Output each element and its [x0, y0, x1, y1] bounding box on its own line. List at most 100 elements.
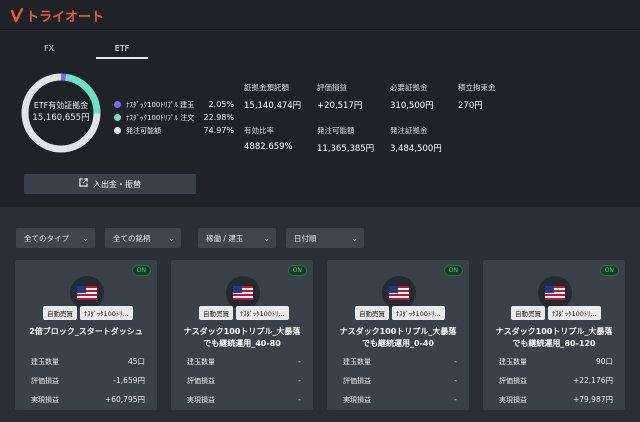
- filter-label: 日付順: [294, 233, 317, 243]
- card-tags: 自動売買 ﾅｽﾀﾞｯｸ100ﾄﾘ...: [511, 306, 604, 320]
- title-line: 2倍ブロック_スタートダッシュ: [29, 327, 143, 336]
- stat-value: 270円: [458, 101, 483, 111]
- title-line: でも継続運用_80-120: [512, 339, 596, 348]
- row-value: +79,987円: [572, 395, 613, 404]
- row-value: -: [298, 357, 301, 366]
- legend-item-orders: ﾅｽﾀﾞｯｸ100ﾄﾘﾌﾟﾙ 注文 22.98%: [114, 111, 234, 124]
- us-flag-icon: [538, 276, 572, 310]
- row-label: 評価損益: [343, 376, 371, 385]
- stat-value: 3,484,500円: [390, 144, 442, 154]
- status-badge: ON: [443, 265, 463, 276]
- title-line: ナスダック100トリプル_大暴落: [495, 327, 613, 336]
- tag-auto-trade: 自動売買: [511, 306, 545, 320]
- row-label: 実現損益: [343, 395, 371, 404]
- strategy-title: ナスダック100トリプル_大暴落 でも継続運用_0-40: [327, 326, 469, 350]
- legend-dot-icon: [114, 101, 121, 108]
- stat-reserve: 積立拘束金 270円: [458, 82, 548, 111]
- strategy-card[interactable]: ON 自動売買 ﾅｽﾀﾞｯｸ100ﾄﾘ... ナスダック100トリプル_大暴落 …: [171, 260, 313, 410]
- title-line: ナスダック100トリプル_大暴落: [183, 327, 301, 336]
- card-tags: 自動売買 ﾅｽﾀﾞｯｸ100ﾄﾘ...: [199, 306, 292, 320]
- us-flag-icon: [382, 276, 416, 310]
- row-label: 建玉数量: [343, 357, 371, 366]
- card-stats: 建玉数量 45口 評価損益 -1,659円 実現損益 +60,795円: [31, 352, 145, 409]
- stat-row: 評価損益 +22,176円: [499, 371, 613, 390]
- legend-item-available: 発注可能額 74.97%: [114, 124, 234, 137]
- donut-value: 15,160,655円: [32, 113, 90, 123]
- row-label: 建玉数量: [31, 357, 59, 366]
- donut-title: ETF有効証拠金: [33, 101, 89, 110]
- tag-auto-trade: 自動売買: [43, 306, 77, 320]
- brand-logo[interactable]: トライオート: [10, 6, 104, 25]
- symbol-filter-select[interactable]: 全ての銘柄 ⌄: [105, 228, 181, 248]
- stat-row: 建玉数量 90口: [499, 352, 613, 371]
- chevron-down-icon: ⌄: [168, 233, 175, 243]
- stat-row: 実現損益 +79,987円: [499, 390, 613, 409]
- row-label: 実現損益: [187, 395, 215, 404]
- stat-row: 評価損益 -: [343, 371, 457, 390]
- title-line: でも継続運用_0-40: [361, 339, 435, 348]
- legend-dot-icon: [114, 127, 121, 134]
- strategy-card[interactable]: ON 自動売買 ﾅｽﾀﾞｯｸ100ﾄﾘ... 2倍ブロック_スタートダッシュ 建…: [15, 260, 157, 410]
- tag-symbol: ﾅｽﾀﾞｯｸ100ﾄﾘ...: [548, 306, 601, 320]
- title-line: でも継続運用_40-80: [203, 339, 281, 348]
- strategy-title: ナスダック100トリプル_大暴落 でも継続運用_40-80: [171, 326, 313, 350]
- filter-bar: 全てのタイプ ⌄ 全ての銘柄 ⌄ 稼働 / 建玉 ⌄ 日付順 ⌄: [16, 228, 374, 248]
- strategy-title: 2倍ブロック_スタートダッシュ: [15, 326, 157, 338]
- stat-row: 実現損益 -: [343, 390, 457, 409]
- stat-row: 建玉数量 -: [343, 352, 457, 371]
- tag-symbol: ﾅｽﾀﾞｯｸ100ﾄﾘ...: [80, 306, 133, 320]
- title-line: ナスダック100トリプル_大暴落: [339, 327, 457, 336]
- logo-mark-icon: [10, 7, 24, 22]
- row-value: -: [298, 395, 301, 404]
- row-label: 実現損益: [31, 395, 59, 404]
- tag-symbol: ﾅｽﾀﾞｯｸ100ﾄﾘ...: [236, 306, 289, 320]
- card-tags: 自動売買 ﾅｽﾀﾞｯｸ100ﾄﾘ...: [43, 306, 136, 320]
- status-badge: ON: [131, 265, 151, 276]
- card-tags: 自動売買 ﾅｽﾀﾞｯｸ100ﾄﾘ...: [355, 306, 448, 320]
- status-badge: ON: [287, 265, 307, 276]
- filter-label: 全ての銘柄: [113, 233, 151, 243]
- us-flag-icon: [226, 276, 260, 310]
- status-badge: ON: [599, 265, 619, 276]
- strategy-title: ナスダック100トリプル_大暴落 でも継続運用_80-120: [483, 326, 625, 350]
- top-bar: トライオート: [0, 0, 640, 30]
- card-stats: 建玉数量 90口 評価損益 +22,176円 実現損益 +79,987円: [499, 352, 613, 409]
- row-value: -: [454, 395, 457, 404]
- legend-percent: 22.98%: [203, 113, 234, 122]
- strategy-card[interactable]: ON 自動売買 ﾅｽﾀﾞｯｸ100ﾄﾘ... ナスダック100トリプル_大暴落 …: [327, 260, 469, 410]
- row-value: 90口: [595, 357, 613, 366]
- sort-order-select[interactable]: 日付順 ⌄: [286, 228, 364, 248]
- row-label: 実現損益: [499, 395, 527, 404]
- type-filter-select[interactable]: 全てのタイプ ⌄: [16, 228, 95, 248]
- tab-fx[interactable]: FX: [22, 39, 76, 59]
- row-label: 建玉数量: [187, 357, 215, 366]
- row-value: +60,795円: [104, 395, 145, 404]
- tag-symbol: ﾅｽﾀﾞｯｸ100ﾄﾘ...: [392, 306, 445, 320]
- stat-row: 評価損益 -1,659円: [31, 371, 145, 390]
- stat-label: 発注証拠金: [390, 126, 428, 135]
- row-label: 評価損益: [187, 376, 215, 385]
- donut-legend: ﾅｽﾀﾞｯｸ100ﾄﾘﾌﾟﾙ 建玉 2.05% ﾅｽﾀﾞｯｸ100ﾄﾘﾌﾟﾙ 注…: [114, 98, 234, 137]
- row-value: -: [298, 376, 301, 385]
- stat-label: 積立拘束金: [458, 83, 496, 92]
- card-stats: 建玉数量 - 評価損益 - 実現損益 -: [343, 352, 457, 409]
- tag-auto-trade: 自動売買: [199, 306, 233, 320]
- stat-row: 建玉数量 -: [187, 352, 301, 371]
- legend-dot-icon: [114, 114, 121, 121]
- legend-percent: 2.05%: [208, 100, 234, 109]
- deposit-transfer-button[interactable]: 入出金・振替: [24, 174, 196, 194]
- row-label: 評価損益: [499, 376, 527, 385]
- status-filter-select[interactable]: 稼働 / 建玉 ⌄: [198, 228, 276, 248]
- us-flag-icon: [70, 276, 104, 310]
- row-value: -: [454, 357, 457, 366]
- row-label: 評価損益: [31, 376, 59, 385]
- legend-label: ﾅｽﾀﾞｯｸ100ﾄﾘﾌﾟﾙ 注文: [126, 113, 195, 122]
- tab-etf[interactable]: ETF: [96, 39, 148, 59]
- tag-auto-trade: 自動売買: [355, 306, 389, 320]
- external-link-icon: [79, 178, 88, 190]
- legend-label: 発注可能額: [126, 126, 161, 135]
- row-value: -: [454, 376, 457, 385]
- row-value: -1,659円: [113, 376, 145, 385]
- strategy-card[interactable]: ON 自動売買 ﾅｽﾀﾞｯｸ100ﾄﾘ... ナスダック100トリプル_大暴落 …: [483, 260, 625, 410]
- chevron-down-icon: ⌄: [263, 233, 270, 243]
